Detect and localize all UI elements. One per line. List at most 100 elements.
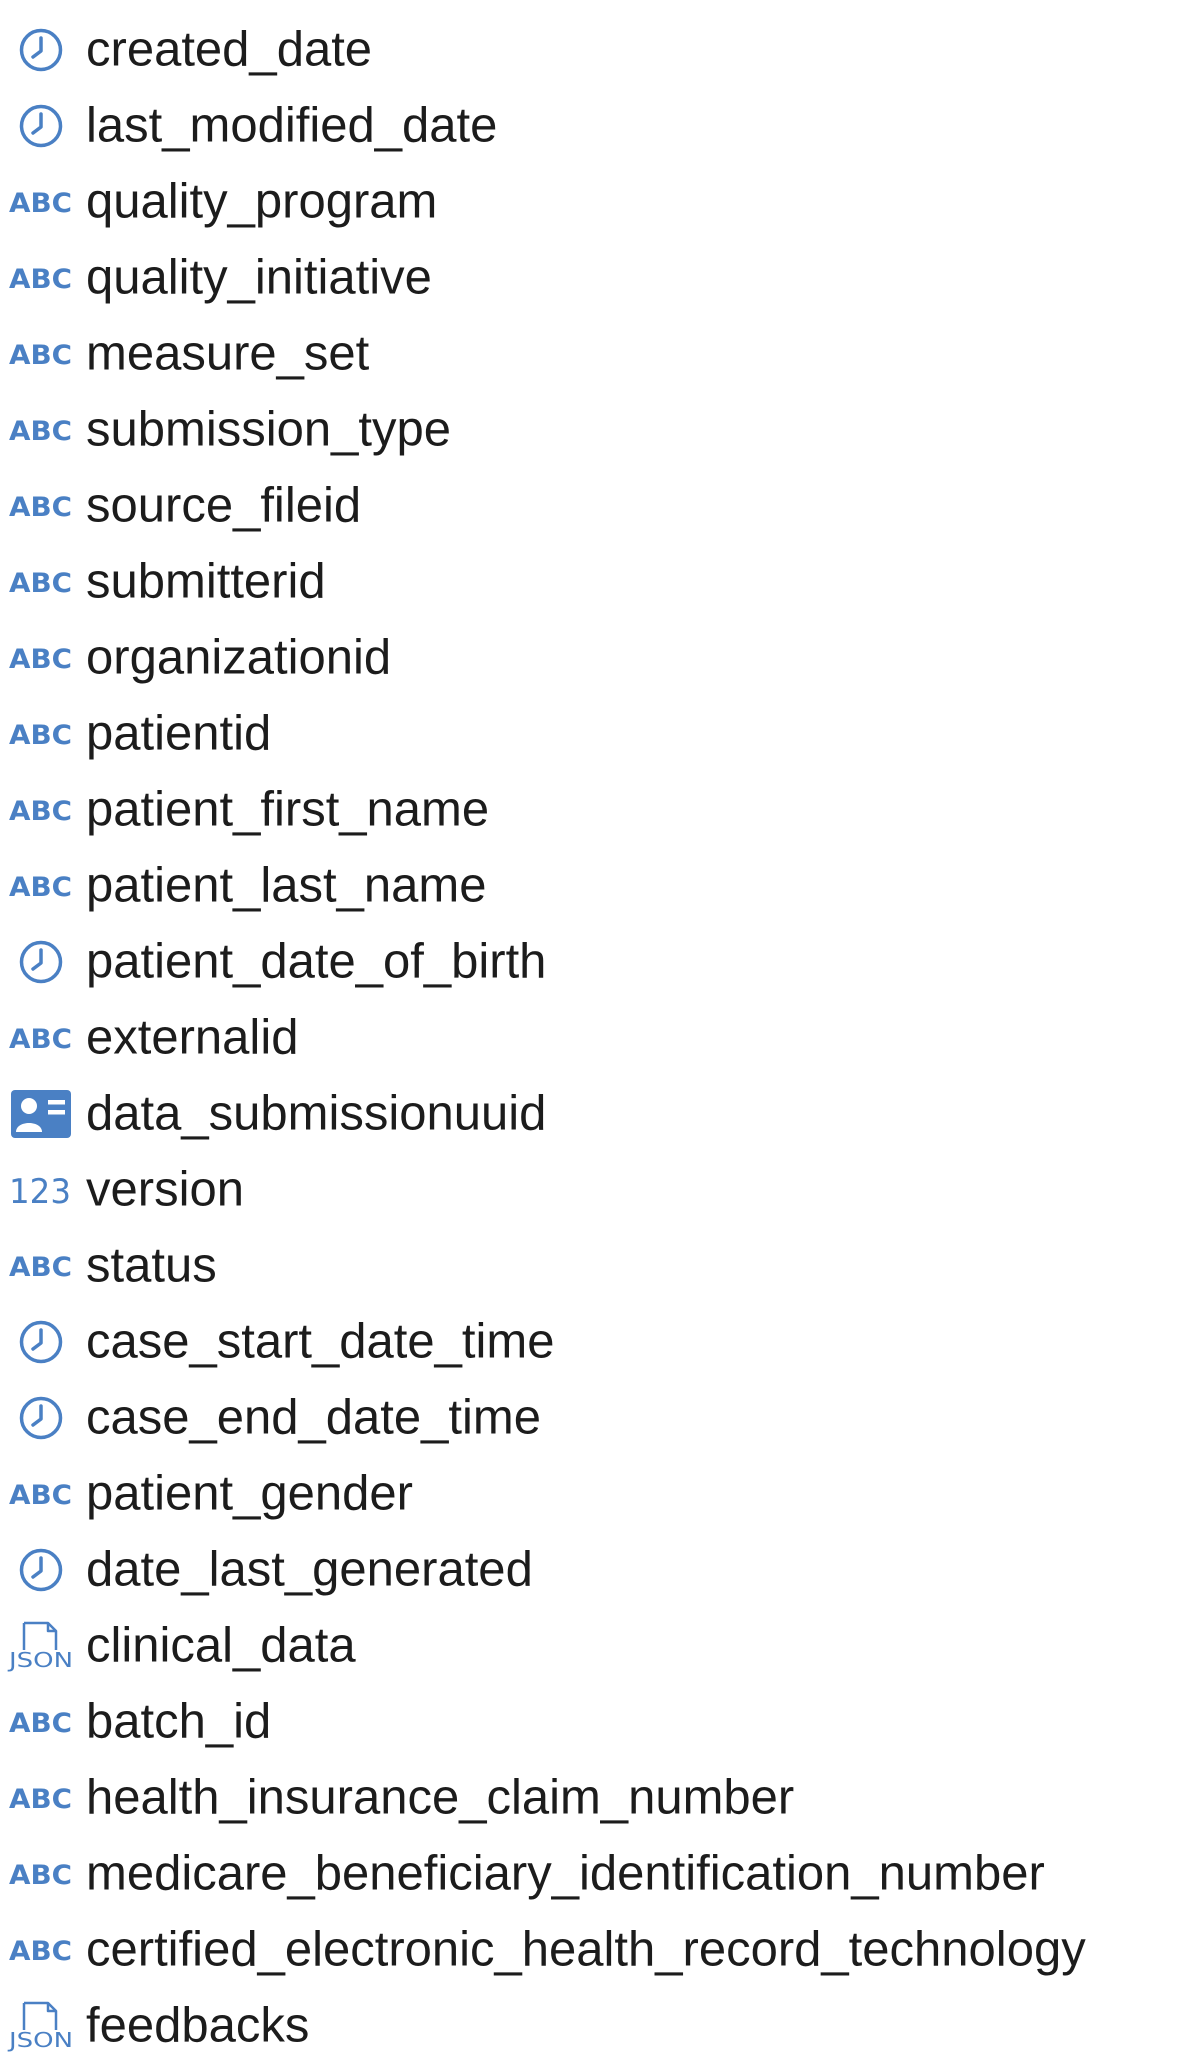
column-name: measure_set [86, 326, 370, 381]
abc-icon: ABC [9, 1470, 73, 1518]
svg-text:ABC: ABC [9, 492, 72, 523]
column-name: source_fileid [86, 478, 362, 533]
column-row[interactable]: ABC organizationid [0, 620, 1200, 696]
column-row[interactable]: ABC measure_set [0, 316, 1200, 392]
svg-text:ABC: ABC [9, 1936, 72, 1967]
column-name: certified_electronic_health_record_techn… [86, 1922, 1086, 1977]
column-name: medicare_beneficiary_identification_numb… [86, 1846, 1045, 1901]
column-row[interactable]: ABC patient_last_name [0, 848, 1200, 924]
column-name: externalid [86, 1010, 299, 1065]
column-name: date_last_generated [86, 1542, 533, 1597]
clock-icon [9, 1394, 73, 1442]
column-name: case_start_date_time [86, 1314, 555, 1369]
column-row[interactable]: ABC status [0, 1228, 1200, 1304]
column-name: health_insurance_claim_number [86, 1770, 795, 1825]
column-row[interactable]: date_last_generated [0, 1532, 1200, 1608]
column-name: last_modified_date [86, 98, 498, 153]
svg-text:ABC: ABC [9, 720, 72, 751]
column-name: feedbacks [86, 1998, 310, 2053]
column-row[interactable]: ABC batch_id [0, 1684, 1200, 1760]
column-row[interactable]: 123 version [0, 1152, 1200, 1228]
abc-icon: ABC [9, 330, 73, 378]
abc-icon: ABC [9, 634, 73, 682]
column-row[interactable]: ABC certified_electronic_health_record_te… [0, 1912, 1200, 1988]
abc-icon: ABC [9, 786, 73, 834]
id-card-icon [9, 1090, 73, 1138]
svg-text:ABC: ABC [9, 1252, 72, 1283]
svg-text:ABC: ABC [9, 872, 72, 903]
abc-icon: ABC [9, 482, 73, 530]
json-icon: JSON [6, 2001, 73, 2052]
svg-text:ABC: ABC [9, 264, 72, 295]
column-name: patient_gender [86, 1466, 413, 1521]
column-row[interactable]: ABC externalid [0, 1000, 1200, 1076]
column-row[interactable]: ABC quality_initiative [0, 240, 1200, 316]
abc-icon: ABC [9, 406, 73, 454]
column-row[interactable]: JSON clinical_data [0, 1608, 1200, 1684]
column-row[interactable]: patient_date_of_birth [0, 924, 1200, 1000]
column-row[interactable]: ABC patientid [0, 696, 1200, 772]
abc-icon: ABC [9, 1014, 73, 1062]
abc-icon: ABC [9, 558, 73, 606]
column-name: batch_id [86, 1694, 272, 1749]
column-name: submission_type [86, 402, 451, 457]
abc-icon: ABC [9, 1774, 73, 1822]
column-name: data_submissionuuid [86, 1086, 547, 1141]
number-icon: 123 [9, 1166, 73, 1214]
column-row[interactable]: ABC medicare_beneficiary_identification_n… [0, 1836, 1200, 1912]
svg-text:ABC: ABC [9, 1860, 72, 1891]
svg-text:JSON: JSON [6, 1648, 73, 1672]
column-row[interactable]: ABC health_insurance_claim_number [0, 1760, 1200, 1836]
abc-icon: ABC [9, 1850, 73, 1898]
column-row[interactable]: last_modified_date [0, 88, 1200, 164]
clock-icon [9, 102, 73, 150]
svg-text:ABC: ABC [9, 644, 72, 675]
column-name: version [86, 1162, 244, 1217]
column-name: submitterid [86, 554, 326, 609]
clock-icon [9, 1546, 73, 1594]
svg-text:ABC: ABC [9, 1708, 72, 1739]
clock-icon [9, 938, 73, 986]
column-name: status [86, 1238, 217, 1293]
abc-icon: ABC [9, 254, 73, 302]
abc-icon: ABC [9, 862, 73, 910]
json-icon: JSON [6, 1621, 73, 1672]
column-name: quality_initiative [86, 250, 432, 305]
column-name: case_end_date_time [86, 1390, 541, 1445]
column-row[interactable]: JSON feedbacks [0, 1988, 1200, 2064]
column-row[interactable]: ABC submission_type [0, 392, 1200, 468]
abc-icon: ABC [9, 178, 73, 226]
svg-text:ABC: ABC [9, 1784, 72, 1815]
column-list: created_date last_modified_date ABC quality… [0, 12, 1200, 2064]
abc-icon: ABC [9, 710, 73, 758]
svg-text:ABC: ABC [9, 1480, 72, 1511]
column-row[interactable]: ABC patient_gender [0, 1456, 1200, 1532]
column-name: clinical_data [86, 1618, 356, 1673]
abc-icon: ABC [9, 1242, 73, 1290]
column-name: patientid [86, 706, 272, 761]
abc-icon: ABC [9, 1698, 73, 1746]
svg-text:JSON: JSON [6, 2028, 73, 2052]
column-row[interactable]: case_end_date_time [0, 1380, 1200, 1456]
column-name: patient_date_of_birth [86, 934, 547, 989]
clock-icon [9, 1318, 73, 1366]
column-row[interactable]: ABC quality_program [0, 164, 1200, 240]
column-name: patient_first_name [86, 782, 490, 837]
clock-icon [9, 26, 73, 74]
column-name: quality_program [86, 174, 438, 229]
svg-text:ABC: ABC [9, 188, 72, 219]
svg-text:ABC: ABC [9, 568, 72, 599]
column-row[interactable]: case_start_date_time [0, 1304, 1200, 1380]
svg-text:ABC: ABC [9, 1024, 72, 1055]
svg-text:ABC: ABC [9, 416, 72, 447]
svg-text:ABC: ABC [9, 796, 72, 827]
abc-icon: ABC [9, 1926, 73, 1974]
column-row[interactable]: ABC submitterid [0, 544, 1200, 620]
svg-text:ABC: ABC [9, 340, 72, 371]
column-name: patient_last_name [86, 858, 487, 913]
column-row[interactable]: created_date [0, 12, 1200, 88]
column-name: created_date [86, 22, 373, 77]
column-row[interactable]: data_submissionuuid [0, 1076, 1200, 1152]
column-row[interactable]: ABC patient_first_name [0, 772, 1200, 848]
column-row[interactable]: ABC source_fileid [0, 468, 1200, 544]
